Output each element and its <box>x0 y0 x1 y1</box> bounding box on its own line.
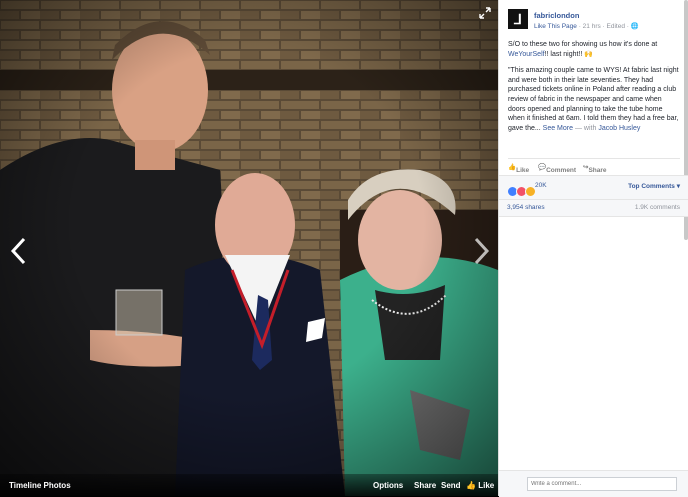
post-text: S/O to these two for showing us how it's… <box>508 40 680 140</box>
chevron-right-icon <box>474 237 490 265</box>
caret-down-icon: ▾ <box>676 183 680 190</box>
globe-icon: 🌐 <box>630 23 639 30</box>
previous-photo-button[interactable] <box>8 236 30 266</box>
tagged-person-link[interactable]: Jacob Husley <box>598 125 640 132</box>
post-caption: S/O to these two for showing us how it's… <box>508 40 680 59</box>
comment-composer <box>499 470 688 497</box>
like-page-link[interactable]: Like This Page <box>534 23 577 30</box>
see-more-link[interactable]: See More <box>543 125 573 132</box>
post-comment-button[interactable]: 💬 Comment <box>538 163 576 174</box>
album-link[interactable]: Timeline Photos <box>9 481 71 490</box>
post-like-button[interactable]: 👍 Like <box>508 163 529 174</box>
reaction-count[interactable]: 20K <box>535 182 547 189</box>
post-meta: Like This Page · 21 hrs · Edited · 🌐 <box>534 23 639 30</box>
edited-label[interactable]: Edited <box>607 23 625 30</box>
page-avatar[interactable]: ⅃ <box>508 9 528 29</box>
wys-link[interactable]: WeYourSelf <box>508 51 545 58</box>
caption-text-end: !! last night!! 🙌 <box>544 50 593 58</box>
send-button[interactable]: Send <box>441 481 461 490</box>
options-button[interactable]: Options <box>373 481 403 490</box>
post-actions: 👍 Like 💬 Comment ↪ Share <box>508 158 680 176</box>
photo <box>0 0 498 496</box>
page-logo: ⅃ <box>514 10 522 27</box>
post-like-label: Like <box>516 167 530 174</box>
post-share-button[interactable]: ↪ Share <box>583 163 607 174</box>
post-share-label: Share <box>588 167 607 174</box>
like-label: Like <box>478 481 495 490</box>
post-body: "This amazing couple came to WYS! At fab… <box>508 66 680 133</box>
chevron-left-icon <box>10 237 26 265</box>
comment-count[interactable]: 1.9K comments <box>635 204 680 211</box>
photo-action-bar: Timeline Photos Options Share Send 👍 Lik… <box>0 474 498 496</box>
comment-input[interactable] <box>527 477 677 491</box>
post-time[interactable]: 21 hrs <box>583 23 601 30</box>
reactions-bar: 20K Top Comments ▾ <box>499 175 688 200</box>
thumbs-up-icon: 👍 <box>466 481 476 490</box>
stats-bar: 3,954 shares 1.9K comments <box>499 199 688 217</box>
post-comment-label: Comment <box>546 167 577 174</box>
photo-viewer: Timeline Photos Options Share Send 👍 Lik… <box>0 0 498 496</box>
with-label: — with <box>574 124 597 132</box>
with-text: with <box>583 124 597 132</box>
top-comments-label: Top Comments <box>628 183 675 190</box>
expand-icon[interactable] <box>478 6 492 20</box>
next-photo-button[interactable] <box>470 236 492 266</box>
reaction-icons[interactable] <box>507 183 536 198</box>
share-count[interactable]: 3,954 shares <box>507 204 545 211</box>
share-button[interactable]: Share <box>414 481 436 490</box>
caption-text: S/O to these two for showing us how it's… <box>508 41 658 48</box>
page-name[interactable]: fabriclondon <box>534 11 579 20</box>
post-sidebar: ⅃ fabriclondon Like This Page · 21 hrs ·… <box>498 0 688 497</box>
post-body-text: "This amazing couple came to WYS! At fab… <box>508 67 679 132</box>
top-comments-dropdown[interactable]: Top Comments ▾ <box>628 182 680 190</box>
like-button[interactable]: 👍 Like <box>466 481 494 490</box>
